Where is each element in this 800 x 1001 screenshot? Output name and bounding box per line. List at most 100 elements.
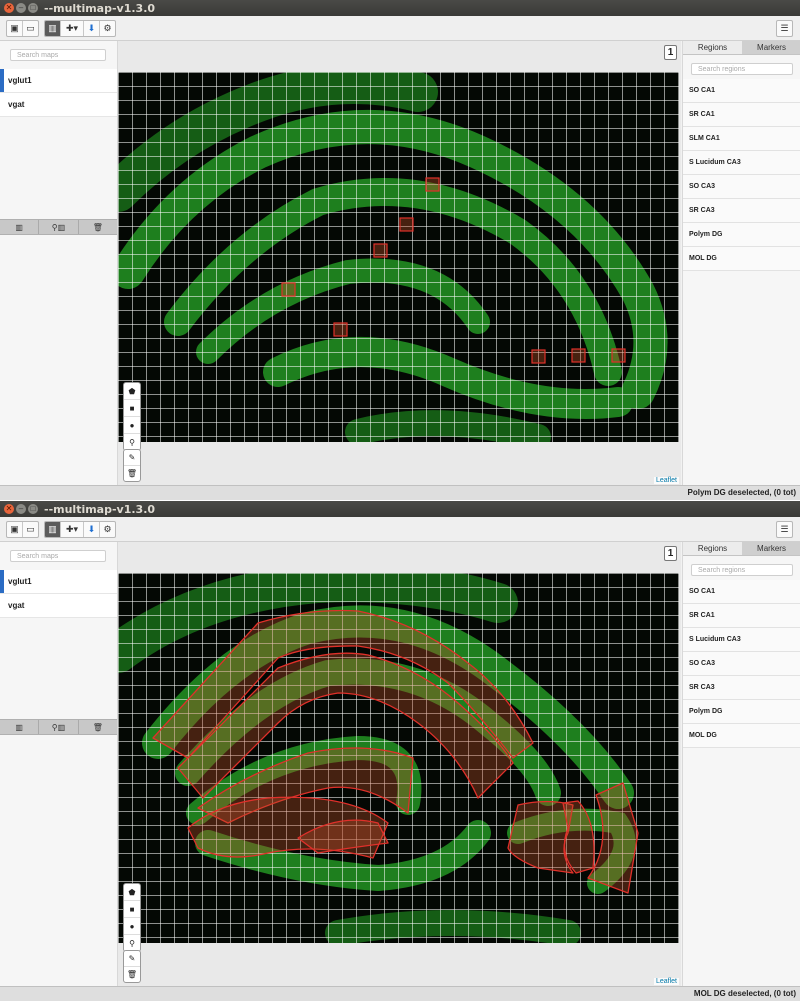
hamburger-icon[interactable]: ☰ xyxy=(777,522,792,537)
map-item-vgat[interactable]: vgat xyxy=(0,93,117,117)
square-marker xyxy=(611,348,626,363)
region-item[interactable]: SO CA1 xyxy=(683,580,800,604)
circle-icon[interactable]: ● xyxy=(124,918,140,935)
close-icon[interactable]: ✕ xyxy=(4,504,14,514)
marker-overlay xyxy=(281,177,626,364)
hamburger-icon[interactable]: ☰ xyxy=(777,21,792,36)
search-regions-input[interactable]: Search regions xyxy=(691,564,793,576)
square-marker xyxy=(425,177,440,192)
minimize-icon[interactable]: – xyxy=(16,504,26,514)
square-marker xyxy=(333,322,348,337)
page-number[interactable]: 1 xyxy=(664,45,677,60)
plus-icon[interactable]: ✚▾ xyxy=(61,21,84,36)
status-text: MOL DG deselected, (0 tot) xyxy=(693,989,796,998)
file-button-group: ▣ ▭ xyxy=(6,521,39,538)
maximize-icon[interactable]: □ xyxy=(28,3,38,13)
region-item[interactable]: SO CA1 xyxy=(683,79,800,103)
region-polygon xyxy=(562,800,595,874)
region-item[interactable]: SR CA1 xyxy=(683,604,800,628)
trash-icon[interactable]: 🗑 xyxy=(79,220,117,234)
map-icon[interactable]: ▥ xyxy=(45,21,61,36)
map-viewer[interactable]: 1 ⬟ ■ ● ⚲ ✎ 🗑 Leaflet xyxy=(118,542,681,987)
region-item[interactable]: SR CA3 xyxy=(683,676,800,700)
map-icon[interactable]: ▥ xyxy=(0,720,40,734)
window-title: --multimap-v1.3.0 xyxy=(44,2,156,15)
edit-toolbar: ✎ 🗑 xyxy=(123,449,141,482)
draw-toolbar: ⬟ ■ ● ⚲ xyxy=(123,883,141,952)
map-tools-bar: ▥ ⚲▥ 🗑 xyxy=(0,719,117,735)
map-marker-icon[interactable]: ⚲▥ xyxy=(39,720,79,734)
map-icon[interactable]: ▥ xyxy=(0,220,40,234)
region-item[interactable]: Polym DG xyxy=(683,700,800,724)
pentagon-icon[interactable]: ⬟ xyxy=(124,383,140,400)
region-item[interactable]: SR CA3 xyxy=(683,199,800,223)
map-canvas[interactable] xyxy=(118,573,679,943)
map-canvas[interactable] xyxy=(118,72,679,442)
region-item[interactable]: S Lucidum CA3 xyxy=(683,628,800,652)
tab-markers[interactable]: Markers xyxy=(742,41,800,55)
trash-icon[interactable]: 🗑 xyxy=(124,967,140,982)
region-item[interactable]: S Lucidum CA3 xyxy=(683,151,800,175)
minimize-icon[interactable]: – xyxy=(16,3,26,13)
folder-icon[interactable]: ▭ xyxy=(23,21,38,36)
search-regions-input[interactable]: Search regions xyxy=(691,63,793,75)
region-item[interactable]: SO CA3 xyxy=(683,175,800,199)
search-maps-input[interactable]: Search maps xyxy=(10,49,106,61)
region-item[interactable]: SR CA1 xyxy=(683,103,800,127)
sidebar-tabs: Regions Markers xyxy=(683,41,800,55)
map-item-vglut1[interactable]: vglut1 xyxy=(0,570,117,594)
tab-regions[interactable]: Regions xyxy=(683,41,742,55)
pentagon-icon[interactable]: ⬟ xyxy=(124,884,140,901)
regions-sidebar: Regions Markers Search regions SO CA1 SR… xyxy=(682,542,800,987)
page-number[interactable]: 1 xyxy=(664,546,677,561)
circle-icon[interactable]: ● xyxy=(124,417,140,434)
tab-markers[interactable]: Markers xyxy=(742,542,800,556)
save-icon[interactable]: ▣ xyxy=(7,21,23,36)
map-marker-icon[interactable]: ⚲ xyxy=(124,434,140,450)
menu-button-group: ☰ xyxy=(776,521,793,538)
region-item[interactable]: MOL DG xyxy=(683,724,800,748)
map-item-vgat[interactable]: vgat xyxy=(0,594,117,618)
save-icon[interactable]: ▣ xyxy=(7,522,23,537)
gear-icon[interactable]: ⚙ xyxy=(100,522,115,537)
region-item[interactable]: SLM CA1 xyxy=(683,127,800,151)
search-maps-input[interactable]: Search maps xyxy=(10,550,106,562)
trash-icon[interactable]: 🗑 xyxy=(79,720,117,734)
trash-icon[interactable]: 🗑 xyxy=(124,466,140,481)
region-item[interactable]: SO CA3 xyxy=(683,652,800,676)
square-marker xyxy=(571,348,586,363)
region-overlay xyxy=(152,609,639,894)
close-icon[interactable]: ✕ xyxy=(4,3,14,13)
download-arrow-icon[interactable]: ⬇ xyxy=(84,522,100,537)
square-icon[interactable]: ■ xyxy=(124,901,140,918)
sidebar-tabs: Regions Markers xyxy=(683,542,800,556)
square-icon[interactable]: ■ xyxy=(124,400,140,417)
plus-icon[interactable]: ✚▾ xyxy=(61,522,84,537)
download-arrow-icon[interactable]: ⬇ xyxy=(84,21,100,36)
file-button-group: ▣ ▭ xyxy=(6,20,39,37)
leaflet-attribution[interactable]: Leaflet xyxy=(653,978,679,985)
menu-button-group: ☰ xyxy=(776,20,793,37)
status-bar: Polym DG deselected, (0 tot) xyxy=(0,485,800,500)
map-item-vglut1[interactable]: vglut1 xyxy=(0,69,117,93)
title-bar: ✕ – □ --multimap-v1.3.0 xyxy=(0,0,800,16)
map-viewer[interactable]: 1 ⬟ ■ ● ⚲ ✎ 🗑 Leaflet xyxy=(118,41,681,486)
map-icon[interactable]: ▥ xyxy=(45,522,61,537)
edit-icon[interactable]: ✎ xyxy=(124,450,140,466)
gear-icon[interactable]: ⚙ xyxy=(100,21,115,36)
map-button-group: ▥ ✚▾ ⬇ ⚙ xyxy=(44,20,116,37)
map-marker-icon[interactable]: ⚲ xyxy=(124,935,140,951)
tab-regions[interactable]: Regions xyxy=(683,542,742,556)
edit-toolbar: ✎ 🗑 xyxy=(123,950,141,983)
status-bar: MOL DG deselected, (0 tot) xyxy=(0,986,800,1001)
edit-icon[interactable]: ✎ xyxy=(124,951,140,967)
folder-icon[interactable]: ▭ xyxy=(23,522,38,537)
maximize-icon[interactable]: □ xyxy=(28,504,38,514)
toolbar: ▣ ▭ ▥ ✚▾ ⬇ ⚙ ☰ xyxy=(0,517,800,542)
map-tools-bar: ▥ ⚲▥ 🗑 xyxy=(0,219,117,235)
region-item[interactable]: MOL DG xyxy=(683,247,800,271)
region-item[interactable]: Polym DG xyxy=(683,223,800,247)
map-marker-icon[interactable]: ⚲▥ xyxy=(39,220,79,234)
leaflet-attribution[interactable]: Leaflet xyxy=(653,477,679,484)
square-marker xyxy=(531,349,546,364)
